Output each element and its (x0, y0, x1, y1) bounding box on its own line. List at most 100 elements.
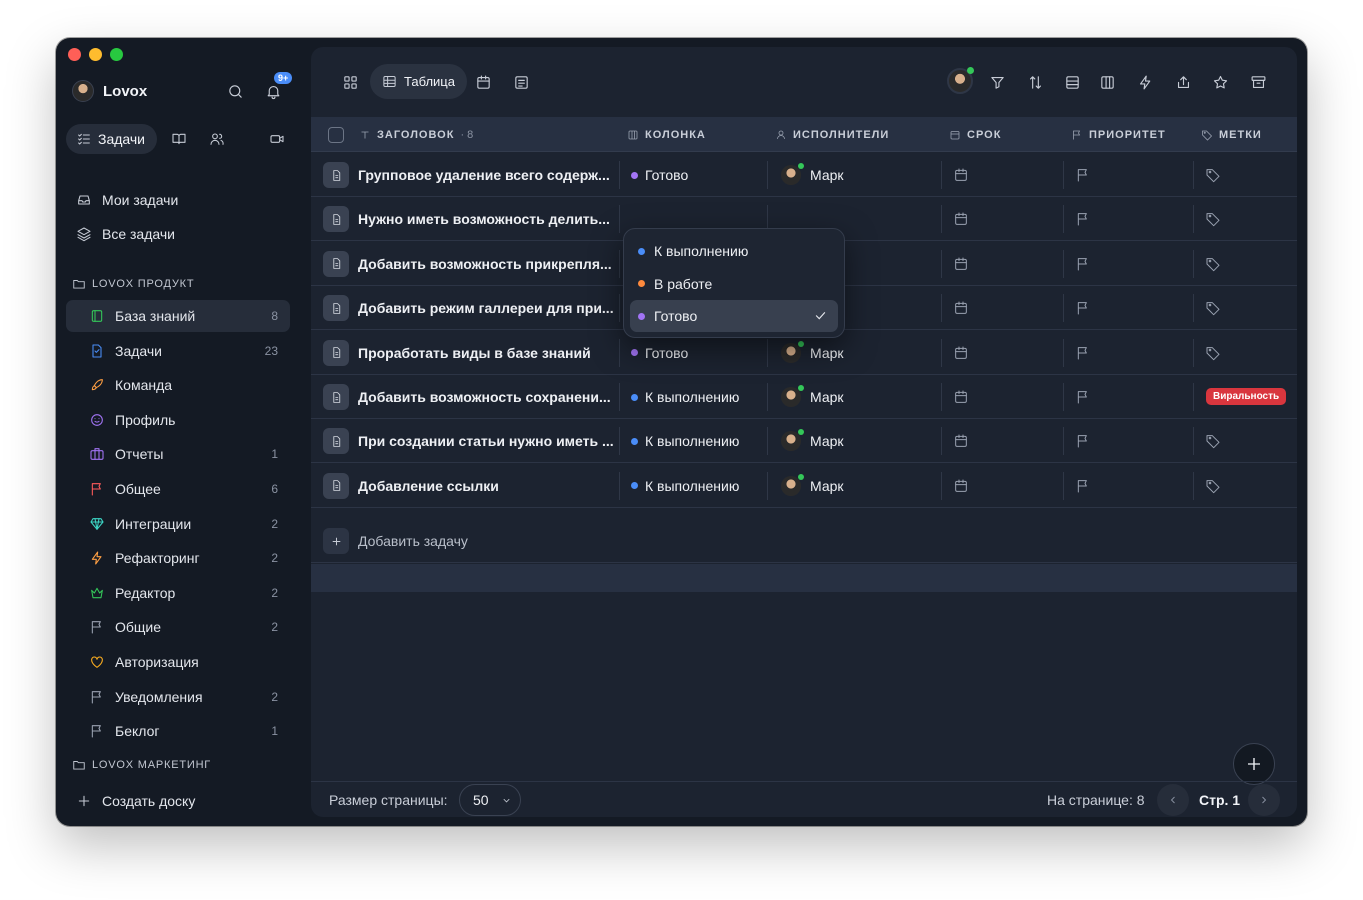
task-title[interactable]: Добавить возможность прикрепля... (358, 242, 613, 286)
sidebar-board-item[interactable]: Интеграции 2 (66, 508, 290, 540)
calendar-icon[interactable] (953, 167, 969, 183)
task-title[interactable]: Нужно иметь возможность делить... (358, 197, 613, 241)
calendar-icon[interactable] (953, 300, 969, 316)
flag-icon[interactable] (1075, 433, 1091, 449)
tab-tasks[interactable]: Задачи (66, 124, 158, 154)
tag-icon[interactable] (1205, 167, 1221, 183)
sidebar-board-item[interactable]: Рефакторинг 2 (66, 542, 290, 574)
tab-knowledge[interactable] (163, 123, 195, 155)
list-view-button[interactable] (506, 67, 536, 97)
header-assignees[interactable]: ИСПОЛНИТЕЛИ (775, 117, 889, 152)
tag-icon[interactable] (1205, 256, 1221, 272)
tab-meetings[interactable] (261, 123, 293, 155)
task-title[interactable]: При создании статьи нужно иметь ... (358, 419, 613, 463)
rows-button[interactable] (1057, 67, 1087, 97)
create-board-label: Создать доску (102, 793, 196, 809)
sidebar-board-item[interactable]: Отчеты 1 (66, 438, 290, 470)
add-floating-button[interactable] (1233, 743, 1275, 785)
flag-icon[interactable] (1075, 167, 1091, 183)
grid-view-button[interactable] (335, 67, 365, 97)
sidebar-board-item[interactable]: Редактор 2 (66, 577, 290, 609)
tab-team[interactable] (201, 123, 233, 155)
prev-page-button[interactable] (1157, 784, 1189, 816)
share-button[interactable] (1168, 67, 1198, 97)
calendar-icon[interactable] (953, 433, 969, 449)
table-row[interactable]: Групповое удаление всего содерж... Готово… (311, 153, 1297, 197)
sidebar-board-item[interactable]: Команда (66, 369, 290, 401)
task-title[interactable]: Добавить возможность сохранени... (358, 375, 613, 419)
sidebar-board-item[interactable]: Общие 2 (66, 611, 290, 643)
calendar-icon[interactable] (953, 478, 969, 494)
table-row[interactable]: Добавление ссылки К выполнению Марк (311, 464, 1297, 508)
flag-icon[interactable] (1075, 300, 1091, 316)
section-lovox-marketing[interactable]: LOVOX МАРКЕТИНГ (72, 758, 211, 772)
assignee-cell[interactable]: Марк (781, 153, 844, 197)
status-cell[interactable]: К выполнению (631, 419, 739, 463)
sidebar-item-all-tasks[interactable]: Все задачи (66, 218, 290, 250)
table-view-button[interactable]: Таблица (370, 64, 467, 99)
sidebar-board-item[interactable]: Авторизация (66, 646, 290, 678)
favorite-button[interactable] (1205, 67, 1235, 97)
header-priority[interactable]: ПРИОРИТЕТ (1071, 117, 1166, 152)
flag-icon[interactable] (1075, 211, 1091, 227)
page-size-select[interactable]: 50 (459, 784, 521, 816)
calendar-icon[interactable] (953, 211, 969, 227)
status-option[interactable]: К выполнению (630, 235, 838, 267)
tag-badge[interactable]: Виральность (1206, 388, 1287, 405)
task-title[interactable]: Добавление ссылки (358, 464, 613, 508)
status-cell[interactable]: К выполнению (631, 464, 739, 508)
header-due[interactable]: СРОК (949, 117, 1001, 152)
workspace-switcher[interactable]: Lovox (72, 80, 147, 102)
table-row[interactable]: При создании статьи нужно иметь ... К вып… (311, 419, 1297, 464)
sidebar-board-label: Команда (115, 377, 173, 394)
status-cell[interactable]: К выполнению (631, 375, 739, 419)
sidebar-board-item[interactable]: Задачи 23 (66, 335, 290, 367)
tag-icon[interactable] (1205, 345, 1221, 361)
tag-icon[interactable] (1205, 300, 1221, 316)
flag-icon[interactable] (1075, 256, 1091, 272)
sidebar-item-my-tasks[interactable]: Мои задачи (66, 184, 290, 216)
column-separator (941, 338, 942, 367)
assignee-cell[interactable]: Марк (781, 464, 844, 508)
section-lovox-product[interactable]: LOVOX ПРОДУКТ (72, 277, 194, 291)
flag-icon[interactable] (1075, 345, 1091, 361)
sidebar-board-item[interactable]: Уведомления 2 (66, 681, 290, 713)
header-title[interactable]: ЗАГОЛОВОК · 8 (359, 117, 473, 152)
status-cell[interactable]: Готово (631, 153, 688, 197)
sidebar-board-item[interactable]: Беклог 1 (66, 715, 290, 747)
sort-button[interactable] (1020, 67, 1050, 97)
tag-icon[interactable] (1205, 433, 1221, 449)
task-title[interactable]: Групповое удаление всего содерж... (358, 153, 613, 197)
next-page-button[interactable] (1248, 784, 1280, 816)
calendar-icon[interactable] (953, 389, 969, 405)
table-row[interactable]: Добавить возможность сохранени... К выпол… (311, 375, 1297, 419)
sidebar-board-item[interactable]: Общее 6 (66, 473, 290, 505)
sidebar-board-item[interactable]: Профиль (66, 404, 290, 436)
flag-icon[interactable] (1075, 389, 1091, 405)
tag-icon[interactable] (1205, 211, 1221, 227)
select-all-checkbox[interactable] (328, 127, 344, 143)
calendar-icon[interactable] (953, 345, 969, 361)
members-avatar[interactable] (947, 67, 974, 94)
header-column[interactable]: КОЛОНКА (627, 117, 706, 152)
header-tags[interactable]: МЕТКИ (1201, 117, 1262, 152)
search-icon[interactable] (224, 80, 246, 102)
add-task-row[interactable]: Добавить задачу (311, 519, 1297, 563)
status-option[interactable]: В работе (630, 268, 838, 300)
columns-button[interactable] (1092, 67, 1122, 97)
calendar-view-button[interactable] (468, 67, 498, 97)
assignee-cell[interactable]: Марк (781, 419, 844, 463)
flag-icon[interactable] (1075, 478, 1091, 494)
archive-button[interactable] (1243, 67, 1273, 97)
status-option[interactable]: Готово (630, 300, 838, 332)
task-title[interactable]: Добавить режим галлереи для при... (358, 286, 613, 330)
status-dot (638, 280, 645, 287)
calendar-icon[interactable] (953, 256, 969, 272)
sidebar-board-item[interactable]: База знаний 8 (66, 300, 290, 332)
automation-button[interactable] (1130, 67, 1160, 97)
filter-button[interactable] (982, 67, 1012, 97)
task-title[interactable]: Проработать виды в базе знаний (358, 331, 613, 375)
tag-icon[interactable] (1205, 478, 1221, 494)
create-board-button[interactable]: Создать доску (66, 785, 290, 817)
assignee-cell[interactable]: Марк (781, 375, 844, 419)
